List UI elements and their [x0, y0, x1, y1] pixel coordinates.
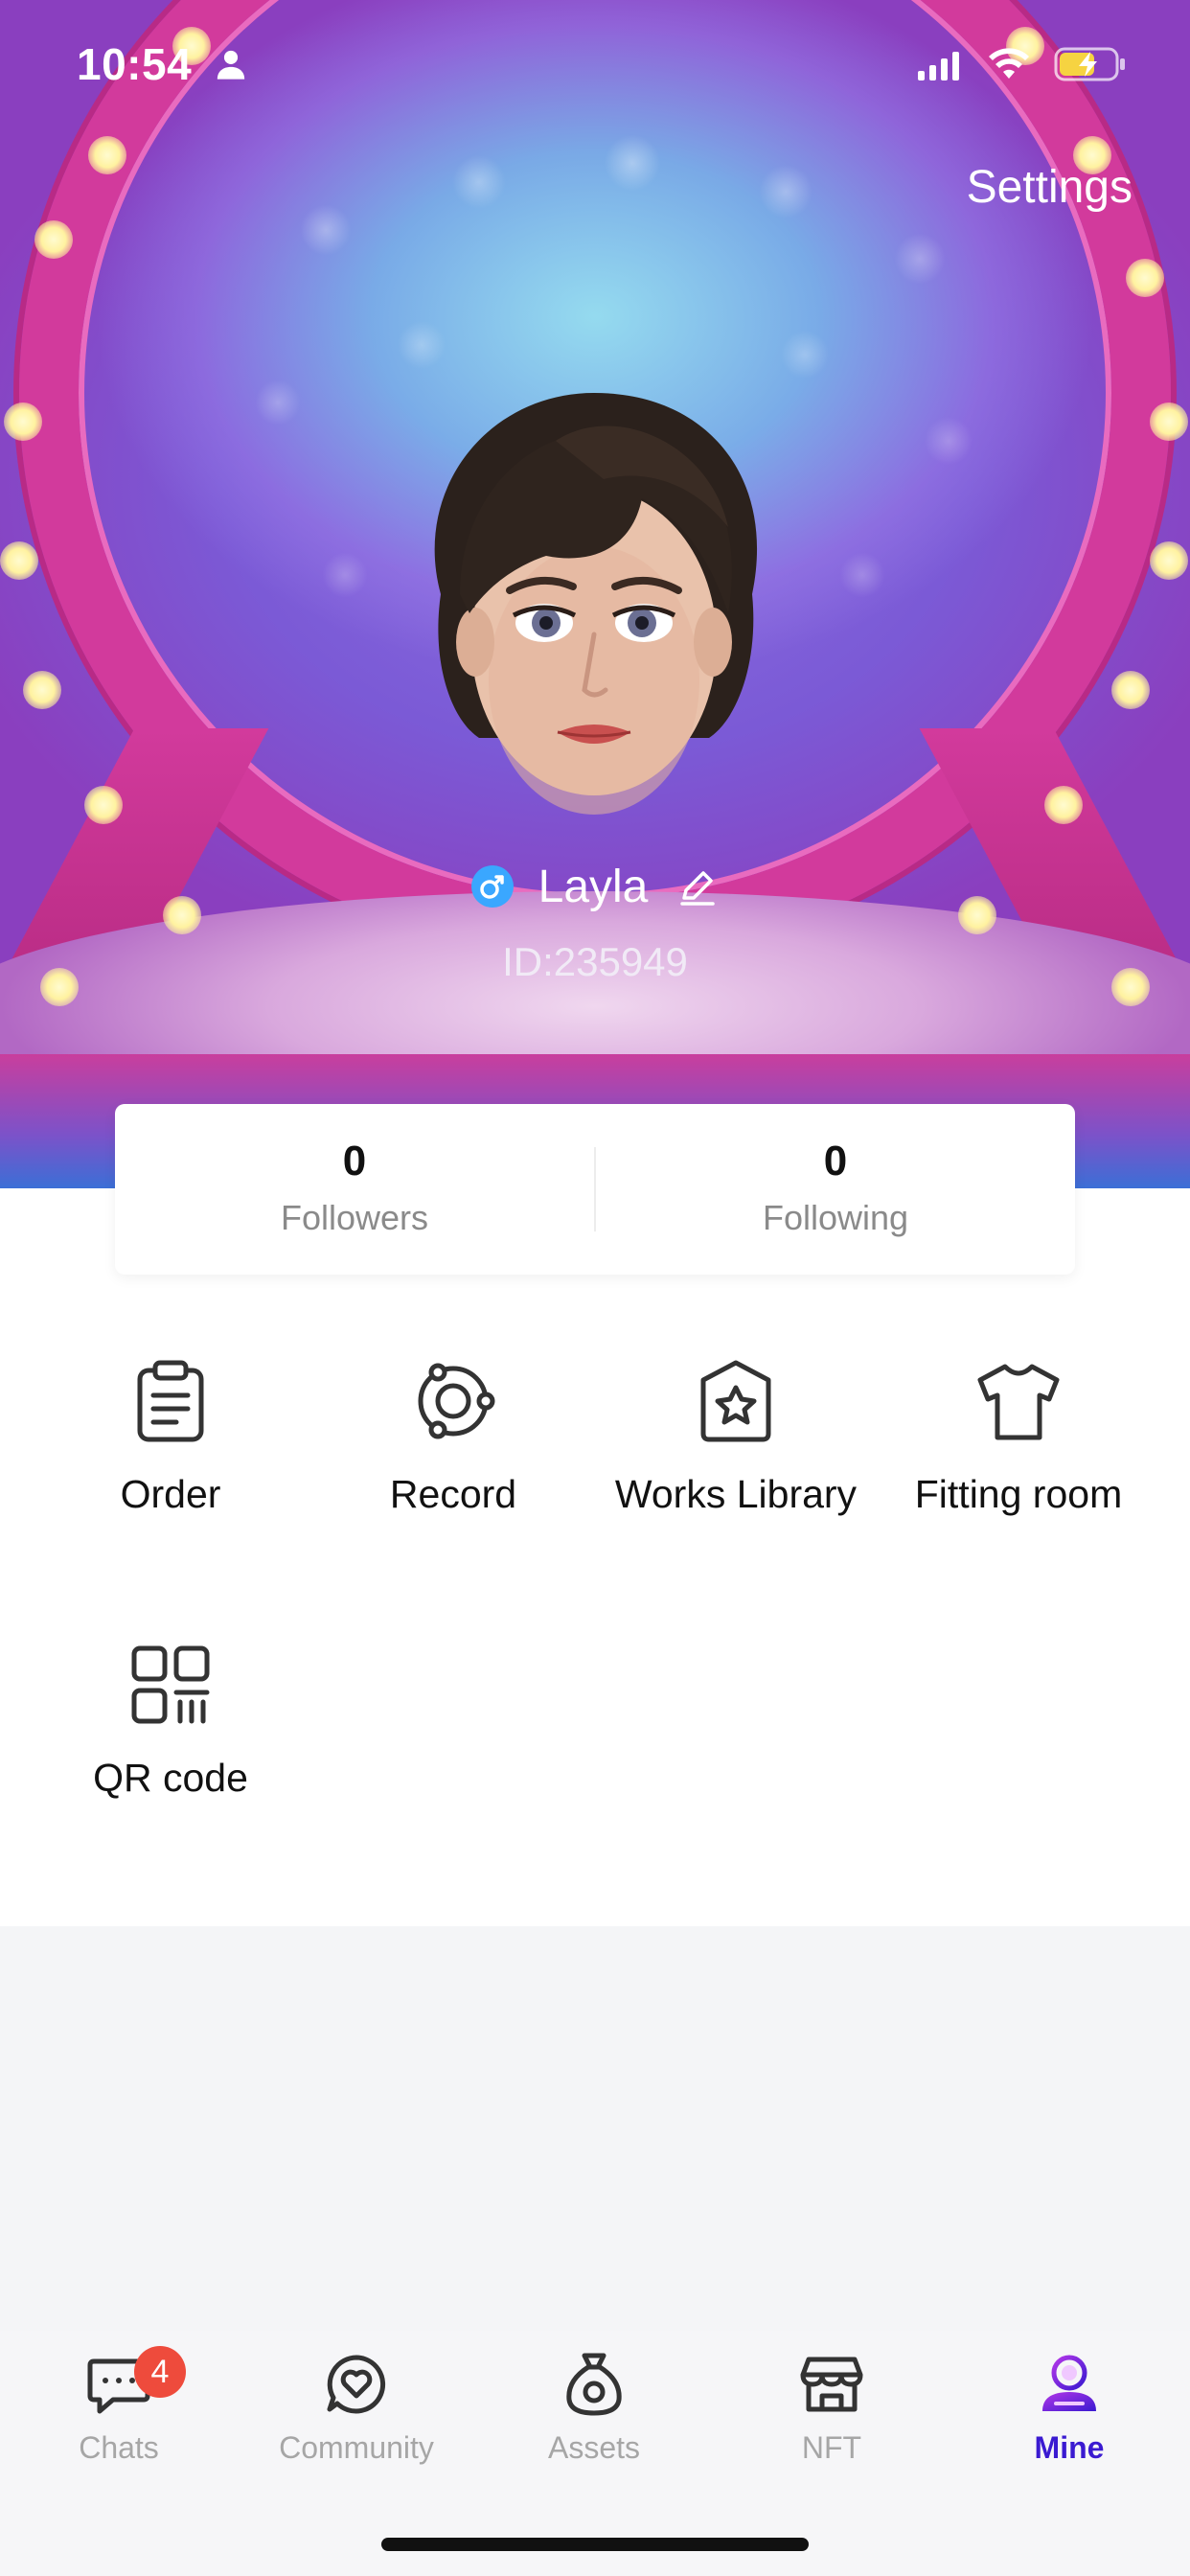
tshirt-icon	[977, 1364, 1060, 1440]
person-icon	[217, 50, 245, 80]
storefront-icon	[800, 2357, 863, 2412]
following-stat[interactable]: 0 Following	[596, 1104, 1075, 1275]
qr-code-menu-item[interactable]: QR code	[22, 1641, 319, 1801]
profile-page: 10:54 Settings Layla ID:235949 0 Followe…	[0, 0, 1190, 2576]
works-library-label: Works Library	[614, 1472, 858, 1516]
following-label: Following	[762, 1198, 909, 1237]
username: Layla	[538, 861, 649, 912]
settings-button[interactable]: Settings	[967, 161, 1133, 214]
wifi-icon	[989, 48, 1029, 79]
followers-count: 0	[342, 1138, 367, 1184]
following-count: 0	[823, 1138, 848, 1184]
user-profile-icon	[1042, 2355, 1096, 2411]
tab-community-label: Community	[279, 2430, 434, 2465]
qr-code-label: QR code	[93, 1756, 248, 1800]
works-library-menu-item[interactable]: Works Library	[587, 1357, 884, 1517]
tab-nft[interactable]: NFT	[736, 2350, 927, 2466]
home-indicator[interactable]	[381, 2538, 809, 2551]
money-bag-icon	[566, 2353, 622, 2416]
star-box-icon	[700, 1360, 771, 1442]
tab-chats[interactable]: 4 Chats	[23, 2346, 215, 2466]
user-id: ID:235949	[502, 939, 688, 984]
tab-assets[interactable]: Assets	[498, 2350, 690, 2466]
fitting-room-label: Fitting room	[914, 1472, 1123, 1516]
male-gender-icon	[470, 865, 514, 908]
order-label: Order	[120, 1472, 221, 1516]
unread-badge: 4	[134, 2346, 186, 2398]
battery-charging-icon	[1054, 47, 1125, 81]
qr-code-icon	[131, 1645, 210, 1724]
follow-stats-card: 0 Followers 0 Following	[115, 1104, 1075, 1275]
tab-nft-label: NFT	[801, 2430, 862, 2465]
tab-chats-label: Chats	[79, 2430, 159, 2465]
order-menu-item[interactable]: Order	[22, 1357, 319, 1517]
tab-mine-label: Mine	[1034, 2430, 1105, 2465]
record-label: Record	[389, 1472, 517, 1516]
status-time: 10:54	[77, 39, 193, 89]
followers-stat[interactable]: 0 Followers	[115, 1104, 594, 1275]
avatar[interactable]	[402, 374, 786, 824]
cellular-signal-icon	[918, 52, 959, 80]
tab-community[interactable]: Community	[261, 2350, 452, 2466]
profile-name-row: Layla	[0, 858, 1190, 915]
fitting-room-menu-item[interactable]: Fitting room	[870, 1357, 1167, 1517]
heart-bubble-icon	[327, 2355, 386, 2414]
profile-content-area	[0, 1188, 1190, 1926]
record-menu-item[interactable]: Record	[305, 1357, 602, 1517]
followers-label: Followers	[280, 1198, 429, 1237]
tab-mine[interactable]: Mine	[973, 2350, 1165, 2466]
tab-assets-label: Assets	[547, 2430, 641, 2465]
status-bar: 10:54	[0, 0, 1190, 125]
orbit-record-icon	[418, 1363, 495, 1439]
edit-pencil-icon[interactable]	[676, 865, 719, 908]
clipboard-icon	[137, 1360, 204, 1442]
